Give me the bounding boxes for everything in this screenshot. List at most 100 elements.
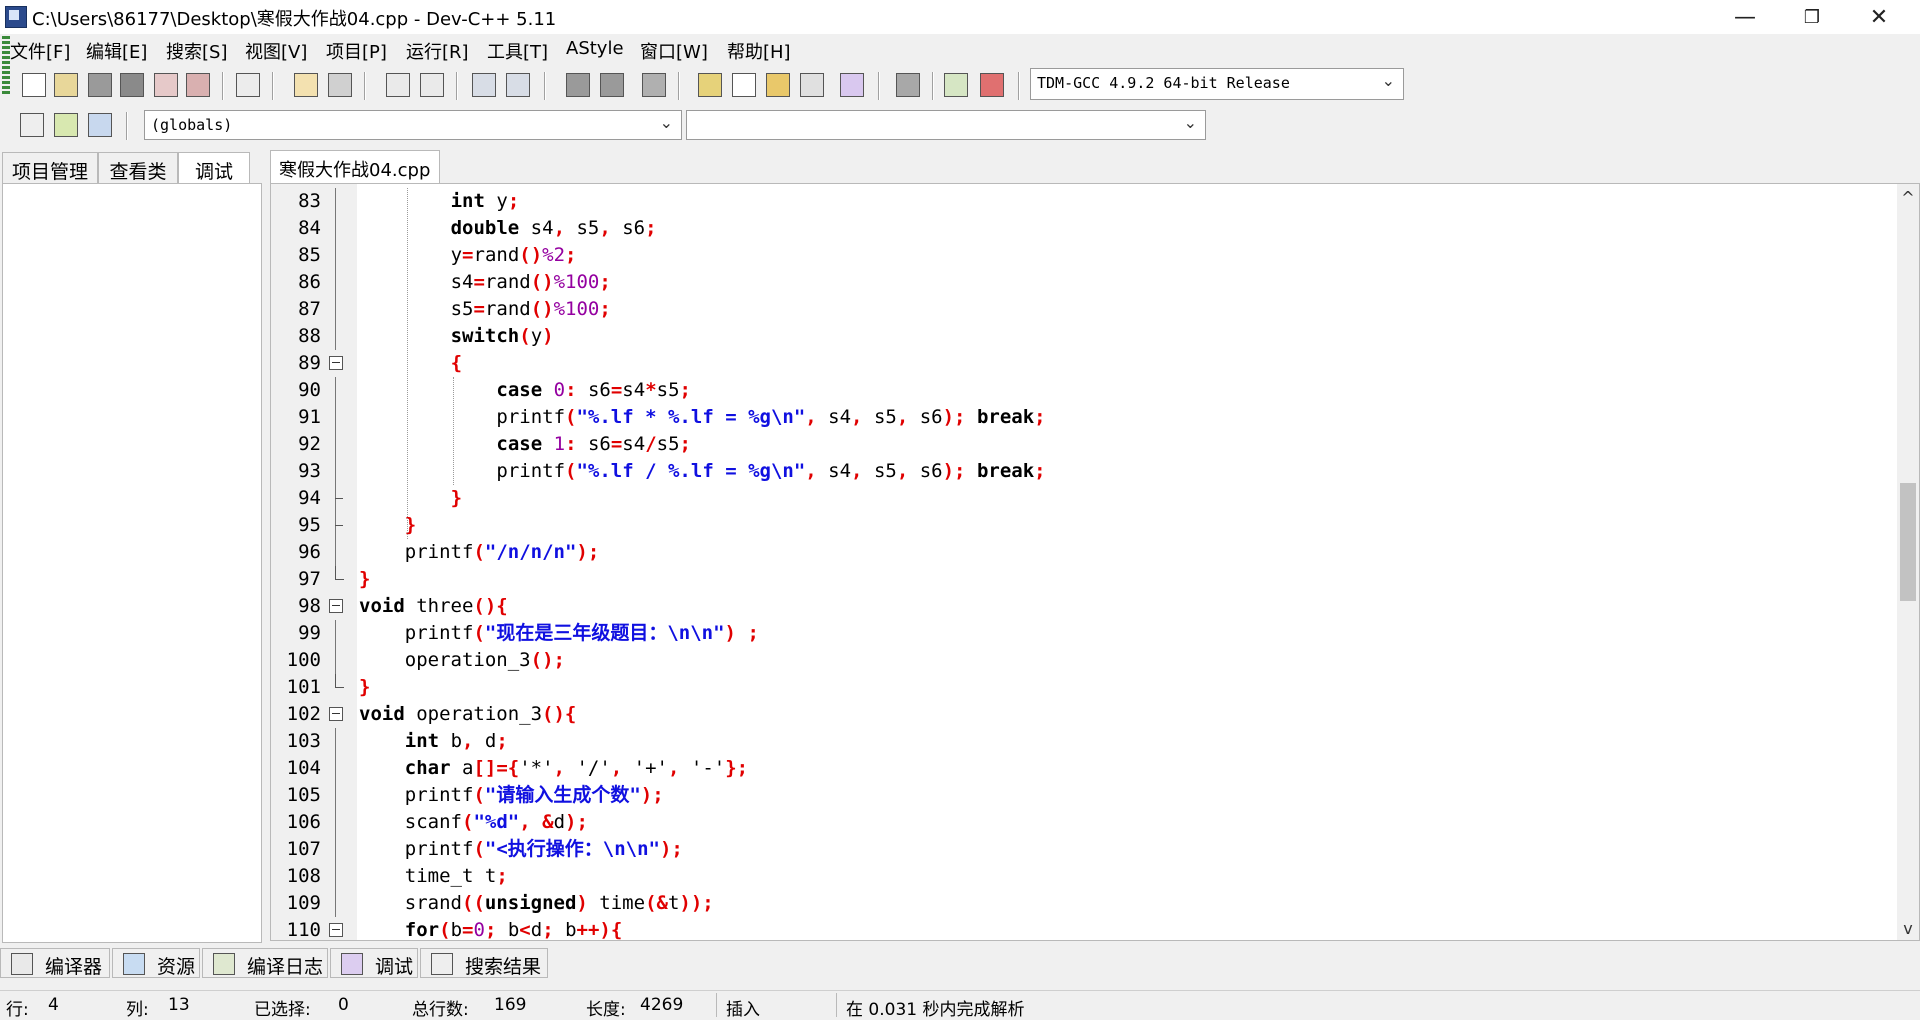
menu-run[interactable]: 运行[R] [406,38,469,64]
forward-icon[interactable] [600,73,624,97]
menu-project[interactable]: 项目[P] [326,38,387,64]
tab-debug-output[interactable]: 调试 [330,948,418,978]
code-token: s5 [656,379,680,401]
code-token: ( [439,919,451,941]
close-all-icon[interactable] [186,73,210,97]
status-total-value: 169 [494,995,527,1015]
menu-help[interactable]: 帮助[H] [727,38,791,64]
compiler-select[interactable]: TDM-GCC 4.9.2 64-bit Release ⌄ [1030,68,1404,100]
toggle-bookmark-icon[interactable] [88,113,112,137]
find-icon[interactable] [386,73,410,97]
back-icon[interactable] [566,73,590,97]
tab-classes[interactable]: 查看类 [98,152,178,184]
fold-toggle-icon[interactable] [327,593,349,620]
debug-icon[interactable] [980,73,1004,97]
code-token: s4 [519,217,554,239]
save-all-icon[interactable] [120,73,144,97]
tab-resources-label: 资源 [157,956,196,978]
undo-icon[interactable] [294,73,318,97]
tab-debug[interactable]: 调试 [178,152,250,184]
code-token: ; [542,919,554,941]
tab-search-results[interactable]: 搜索结果 [420,948,548,978]
tab-compiler[interactable]: 编译器 [0,948,110,978]
insert-icon[interactable] [20,113,44,137]
save-icon[interactable] [88,73,112,97]
chart-icon[interactable] [944,73,968,97]
bookmark-icon[interactable] [642,73,666,97]
code-token: %100 [553,271,600,293]
code-text: printf("/n/n/n"); [405,539,600,566]
goto-icon[interactable] [54,113,78,137]
member-select[interactable]: ⌄ [686,110,1206,140]
editor-file-tab[interactable]: 寒假大作战04.cpp [270,150,440,184]
menu-edit[interactable]: 编辑[E] [86,38,147,64]
code-token: } [450,487,463,509]
code-token: ; [747,622,759,644]
scope-select[interactable]: (globals) ⌄ [144,110,682,140]
code-line: 83 int y; [271,188,1871,215]
compile-icon[interactable] [698,73,722,97]
chevron-up-icon[interactable]: ^ [1897,188,1919,207]
check-icon [341,953,363,975]
scrollbar-thumb[interactable] [1900,483,1916,601]
code-token: (( [462,892,485,914]
new-file-icon[interactable] [22,73,46,97]
code-token: s5 [656,433,680,455]
menu-file[interactable]: 文件[F] [10,38,70,64]
clean-icon[interactable] [896,73,920,97]
print-icon[interactable] [236,73,260,97]
chevron-down-icon[interactable]: v [1897,919,1919,938]
replace-icon[interactable] [420,73,444,97]
code-token: []={ [473,757,520,779]
code-token: "<执行操作：\n\n" [484,838,660,860]
code-line: 103 int b, d; [271,728,1871,755]
code-token: ); [565,811,588,833]
restore-button[interactable]: ❐ [1783,0,1841,34]
menu-view[interactable]: 视图[V] [245,38,307,64]
code-text: double s4, s5, s6; [451,215,657,242]
code-token: ( [473,622,485,644]
line-number: 90 [298,379,321,401]
menu-tools[interactable]: 工具[T] [487,38,548,64]
rebuild-icon[interactable] [800,73,824,97]
redo-icon[interactable] [328,73,352,97]
code-token: ( [473,541,485,563]
tab-resources[interactable]: 资源 [112,948,200,978]
minimize-button[interactable]: — [1716,0,1774,34]
tab-compile-log-label: 编译日志 [247,956,324,978]
fold-toggle-icon[interactable] [327,701,349,728]
vertical-scrollbar[interactable]: ^ v [1897,184,1919,940]
grid-icon [11,953,33,975]
menu-astyle[interactable]: AStyle [566,38,624,59]
app-icon [5,6,27,28]
code-text: char a[]={'*', '/', '+', '-'}; [405,755,748,782]
scope-select-value: (globals) [151,116,233,134]
close-file-icon[interactable] [154,73,178,97]
fold-toggle-icon[interactable] [327,917,349,940]
code-token: () [519,244,543,266]
code-line: 89 { [271,350,1871,377]
code-text: time_t t; [405,863,508,890]
unindent-icon[interactable] [506,73,530,97]
close-button[interactable]: ✕ [1850,0,1908,34]
code-token: () [530,271,554,293]
compile-run-icon[interactable] [766,73,790,97]
code-token: 1 [553,433,566,455]
code-editor[interactable]: 83 int y; 84 double s4, s5, s6; 85 y=rand()%2… [270,183,1920,941]
code-token: (){ [542,703,577,725]
open-file-icon[interactable] [54,73,78,97]
fold-line [327,512,349,539]
code-token: int [404,730,440,752]
run-icon[interactable] [732,73,756,97]
code-token: , [667,757,680,779]
menu-window[interactable]: 窗口[W] [640,38,708,64]
fold-toggle-icon[interactable] [327,350,349,377]
line-number: 101 [286,676,321,698]
indent-icon[interactable] [472,73,496,97]
toolbar-grip[interactable] [2,36,10,94]
tab-project[interactable]: 项目管理 [2,152,98,184]
menu-search[interactable]: 搜索[S] [166,38,227,64]
tab-compile-log[interactable]: 编译日志 [202,948,328,978]
syntax-check-icon[interactable] [840,73,864,97]
bottom-panel-tabs: 编译器 资源 编译日志 调试 搜索结果 [0,946,1920,980]
